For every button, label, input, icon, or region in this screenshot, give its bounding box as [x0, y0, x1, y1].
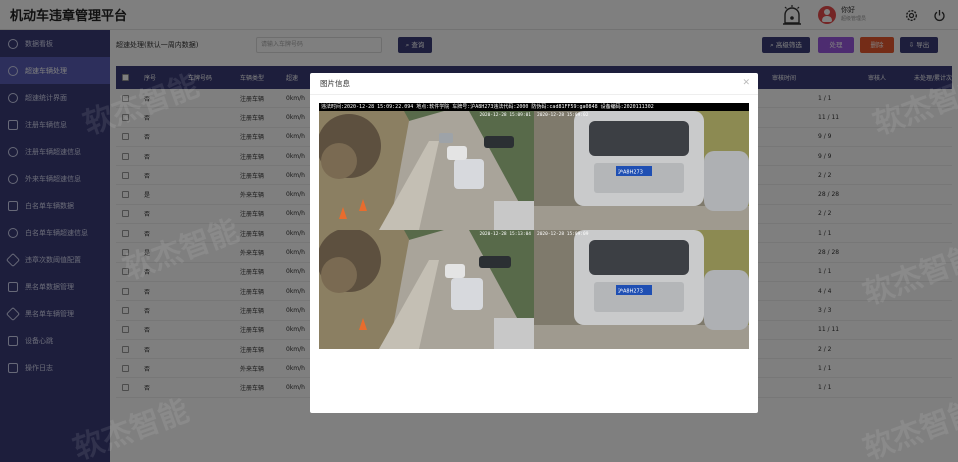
watermark: 软杰智能: [858, 393, 958, 462]
camera-image-road-2: 2020-12-28 15:13:04: [319, 230, 534, 349]
photo-timestamp: 2020-12-28 15:09:01: [479, 113, 531, 118]
photo-banner: 违法时间:2020-12-28 15:09:22.094 地点:软件学院 车牌号…: [319, 103, 749, 111]
watermark: 软杰智能: [858, 238, 958, 313]
camera-image-plate-2: 沪A8H273 2020-12-28 15:09:09: [534, 230, 749, 349]
close-icon[interactable]: ✕: [742, 78, 750, 88]
dialog-title: 图片信息: [310, 73, 758, 95]
photo-timestamp: 2020-12-28 15:09:09: [537, 232, 589, 237]
svg-text:沪A8H273: 沪A8H273: [618, 288, 643, 295]
svg-text:沪A8H273: 沪A8H273: [618, 169, 643, 176]
image-info-dialog: 图片信息 ✕ 违法时间:2020-12-28 15:09:22.094 地点:软…: [310, 73, 758, 413]
photo-timestamp: 2020-12-28 15:13:04: [479, 232, 531, 237]
watermark: 软杰智能: [868, 68, 958, 143]
camera-image-plate-1: 沪A8H273 2020-12-28 15:09:02: [534, 111, 749, 230]
camera-image-road-1: 2020-12-28 15:09:01: [319, 111, 534, 230]
watermark: 软杰智能: [118, 213, 244, 288]
violation-photo: 违法时间:2020-12-28 15:09:22.094 地点:软件学院 车牌号…: [319, 103, 749, 349]
watermark: 软杰智能: [68, 393, 194, 462]
watermark: 软杰智能: [78, 68, 204, 143]
photo-timestamp: 2020-12-28 15:09:02: [537, 113, 589, 118]
